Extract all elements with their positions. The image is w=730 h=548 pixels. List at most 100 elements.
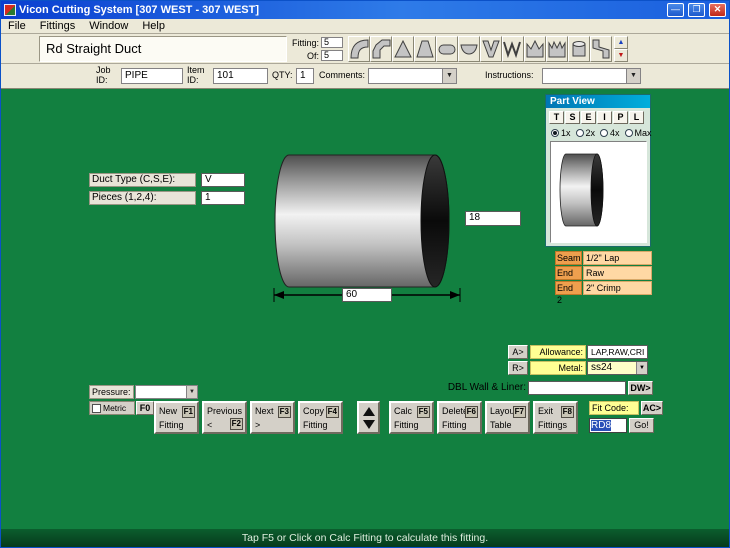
- fitting-vee-icon[interactable]: [480, 36, 502, 62]
- status-text: Tap F5 or Click on Calc Fitting to calcu…: [242, 532, 488, 544]
- f0-button[interactable]: F0: [136, 401, 154, 415]
- previous-fitting-button[interactable]: Previous < F2: [202, 401, 247, 434]
- fitting-gored-elbow-icon[interactable]: [370, 36, 392, 62]
- metal-label: Metal:: [530, 361, 586, 375]
- comments-dropdown[interactable]: ▼: [368, 68, 457, 84]
- exit-fittings-button[interactable]: Exit Fittings F8: [533, 401, 578, 434]
- comments-label: Comments:: [319, 71, 365, 81]
- menu-file[interactable]: File: [1, 19, 33, 34]
- view-iso-button[interactable]: I: [597, 111, 612, 124]
- allowance-a-button[interactable]: A>: [508, 345, 528, 359]
- go-button[interactable]: Go!: [629, 418, 654, 433]
- fit-code-field[interactable]: RD8: [589, 418, 627, 433]
- fitting-counter: Fitting: 5 Of: 5: [289, 36, 347, 62]
- flip-direction-button[interactable]: [357, 401, 380, 434]
- duct-cylinder-drawing: [261, 147, 463, 297]
- end1-value[interactable]: Raw: [583, 266, 652, 280]
- instructions-label: Instructions:: [485, 71, 534, 81]
- app-icon: [4, 4, 16, 16]
- menu-window[interactable]: Window: [82, 19, 135, 34]
- pieces-field[interactable]: 1: [201, 191, 245, 205]
- new-fitting-button[interactable]: New Fitting F1: [154, 401, 199, 434]
- metal-dropdown-arrow-icon[interactable]: ▼: [636, 362, 647, 374]
- job-toolbar: Job ID: PIPE Item ID: 101 QTY: 1 Comment…: [1, 64, 729, 89]
- fitting-cylinder-icon[interactable]: [568, 36, 590, 62]
- next-fitting-button[interactable]: Next > F3: [250, 401, 295, 434]
- part-view-buttons: T S E I P L: [549, 111, 644, 124]
- fitting-taper-icon[interactable]: [392, 36, 414, 62]
- instructions-dropdown-arrow-icon[interactable]: ▼: [626, 69, 640, 83]
- fitting-type-icon-row: [348, 36, 612, 62]
- part-view-title[interactable]: Part View: [546, 95, 650, 108]
- fitting-crown-icon[interactable]: [524, 36, 546, 62]
- seam-spec-row: Seam 1/2" Lap: [555, 251, 652, 265]
- fitting-number-label: Fitting:: [289, 38, 321, 48]
- fitting-spinner: ▲ ▼: [614, 36, 628, 62]
- fitting-name-panel: Rd Straight Duct: [39, 36, 287, 62]
- metric-checkbox[interactable]: [92, 404, 101, 413]
- qty-field[interactable]: 1: [296, 68, 314, 84]
- pieces-label: Pieces (1,2,4):: [89, 191, 196, 205]
- fitting-flat-oval-icon[interactable]: [436, 36, 458, 62]
- close-button[interactable]: ✕: [709, 3, 726, 17]
- item-id-field[interactable]: 101: [213, 68, 268, 84]
- app-window: Vicon Cutting System [307 WEST - 307 WES…: [0, 0, 730, 548]
- view-layout-button[interactable]: L: [629, 111, 644, 124]
- maximize-button[interactable]: ❐: [688, 3, 705, 17]
- ac-button[interactable]: AC>: [641, 401, 663, 415]
- zoom-2x-radio[interactable]: 2x: [576, 128, 596, 138]
- view-side-button[interactable]: S: [565, 111, 580, 124]
- allowance-label: Allowance:: [530, 345, 586, 359]
- metal-dropdown[interactable]: ss24 ▼: [587, 361, 648, 375]
- diameter-field[interactable]: 18: [465, 211, 521, 226]
- spinner-up-icon[interactable]: ▲: [614, 36, 628, 49]
- fitting-of-label: Of:: [289, 51, 321, 61]
- layout-table-button[interactable]: Layout Table F7: [485, 401, 530, 434]
- pressure-dropdown[interactable]: ▼: [135, 385, 198, 399]
- dbl-wall-label: DBL Wall & Liner:: [441, 382, 526, 393]
- view-top-button[interactable]: T: [549, 111, 564, 124]
- view-end-button[interactable]: E: [581, 111, 596, 124]
- delete-fitting-button[interactable]: Delete Fitting F6: [437, 401, 482, 434]
- part-preview-cylinder: [555, 148, 611, 236]
- fitting-toolbar: Rd Straight Duct Fitting: 5 Of: 5: [1, 34, 729, 64]
- job-id-label: Job ID:: [96, 66, 120, 86]
- comments-dropdown-arrow-icon[interactable]: ▼: [442, 69, 456, 83]
- fitting-elbow-icon[interactable]: [348, 36, 370, 62]
- length-field[interactable]: 60: [342, 288, 392, 302]
- view-part-button[interactable]: P: [613, 111, 628, 124]
- menu-help[interactable]: Help: [135, 19, 172, 34]
- menu-fittings[interactable]: Fittings: [33, 19, 82, 34]
- allowance-field[interactable]: LAP,RAW,CRI: [587, 345, 648, 359]
- fitting-number-field[interactable]: 5: [321, 37, 343, 48]
- duct-type-field[interactable]: V: [201, 173, 245, 187]
- metric-checkbox-group: Metric: [89, 401, 135, 415]
- zoom-4x-radio[interactable]: 4x: [600, 128, 620, 138]
- pressure-dropdown-arrow-icon[interactable]: ▼: [186, 386, 197, 398]
- fitting-zigzag-icon[interactable]: [502, 36, 524, 62]
- fitting-of-field[interactable]: 5: [321, 50, 343, 61]
- part-preview: [550, 141, 647, 243]
- minimize-button[interactable]: —: [667, 3, 684, 17]
- instructions-dropdown[interactable]: ▼: [542, 68, 641, 84]
- spinner-down-icon[interactable]: ▼: [614, 49, 628, 62]
- dw-button[interactable]: DW>: [628, 381, 653, 395]
- drawing-area: Duct Type (C,S,E): V Pieces (1,2,4): 1: [1, 89, 729, 529]
- zoom-max-radio[interactable]: Max: [625, 128, 652, 138]
- calc-fitting-button[interactable]: Calc Fitting F5: [389, 401, 434, 434]
- end2-value[interactable]: 2" Crimp: [583, 281, 652, 295]
- pressure-label: Pressure:: [89, 385, 134, 399]
- title-bar: Vicon Cutting System [307 WEST - 307 WES…: [1, 1, 729, 19]
- length-dimension: 60: [271, 287, 463, 303]
- dbl-wall-field[interactable]: [528, 381, 626, 395]
- copy-fitting-button[interactable]: Copy Fitting F4: [298, 401, 343, 434]
- fitting-multi-crown-icon[interactable]: [546, 36, 568, 62]
- seam-value[interactable]: 1/2" Lap: [583, 251, 652, 265]
- fitting-cone-icon[interactable]: [414, 36, 436, 62]
- fitting-pan-icon[interactable]: [458, 36, 480, 62]
- job-id-field[interactable]: PIPE: [121, 68, 183, 84]
- metric-label: Metric: [103, 403, 126, 413]
- metal-r-button[interactable]: R>: [508, 361, 528, 375]
- fitting-offset-icon[interactable]: [590, 36, 612, 62]
- zoom-1x-radio[interactable]: 1x: [551, 128, 571, 138]
